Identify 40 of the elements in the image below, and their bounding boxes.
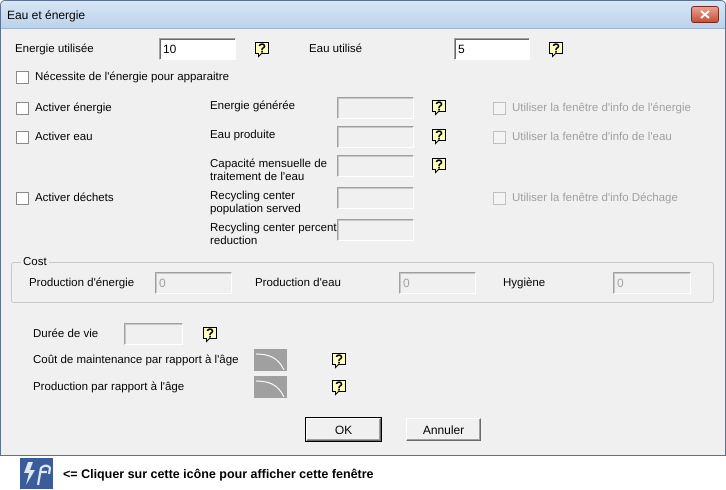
field-label: Energie générée: [210, 100, 296, 112]
field-label: Durée de vie: [33, 328, 100, 340]
help-icon[interactable]: [431, 99, 447, 116]
field-label: Recycling center percent reduction: [210, 222, 337, 247]
field-label: Eau produite: [210, 129, 276, 141]
hint-text: <= Cliquer sur cette icône pour afficher cette fenêtre: [63, 466, 374, 480]
field-label: Eau utilisé: [309, 43, 364, 55]
help-icon[interactable]: [331, 352, 347, 368]
field-label: Production d'eau: [255, 277, 342, 289]
checkbox-label[interactable]: Activer eau: [35, 131, 93, 143]
checkbox[interactable]: [16, 70, 29, 84]
help-icon[interactable]: [548, 40, 564, 58]
help-icon[interactable]: [431, 128, 447, 145]
field-label: Production par rapport à l'âge: [33, 381, 186, 393]
checkbox[interactable]: [16, 102, 29, 114]
field-label: Recycling center population served: [210, 190, 301, 215]
close-icon: [700, 10, 710, 19]
checkbox[interactable]: [16, 192, 29, 204]
dialog-button[interactable]: OK: [306, 418, 381, 441]
window-title: Eau et énergie: [7, 8, 86, 22]
field-label: Production d'énergie: [29, 277, 136, 289]
help-icon[interactable]: [331, 378, 347, 396]
curve-button[interactable]: [254, 349, 287, 371]
dialog-button[interactable]: Annuler: [406, 418, 481, 441]
help-icon[interactable]: [431, 157, 447, 174]
field-label: Energie utilisée: [15, 43, 95, 55]
close-button[interactable]: [691, 6, 719, 23]
input-field[interactable]: 10: [159, 38, 236, 60]
checkbox-label[interactable]: Nécessite de l'énergie pour apparaitre: [35, 71, 229, 83]
checkbox-label[interactable]: Activer déchets: [35, 192, 114, 204]
help-icon[interactable]: [254, 40, 270, 58]
field-label: Coût de maintenance par rapport à l'âge: [33, 354, 240, 366]
input-field[interactable]: 5: [454, 38, 530, 60]
group-title: Cost: [22, 256, 48, 268]
checkbox-label[interactable]: Activer énergie: [35, 102, 112, 114]
lightning-icon: [20, 458, 53, 489]
field-label: Capacité mensuelle de traitement de l'eau: [210, 158, 327, 183]
field-label: Hygiène: [503, 277, 546, 289]
curve-button[interactable]: [254, 376, 287, 398]
checkbox[interactable]: [16, 130, 29, 144]
